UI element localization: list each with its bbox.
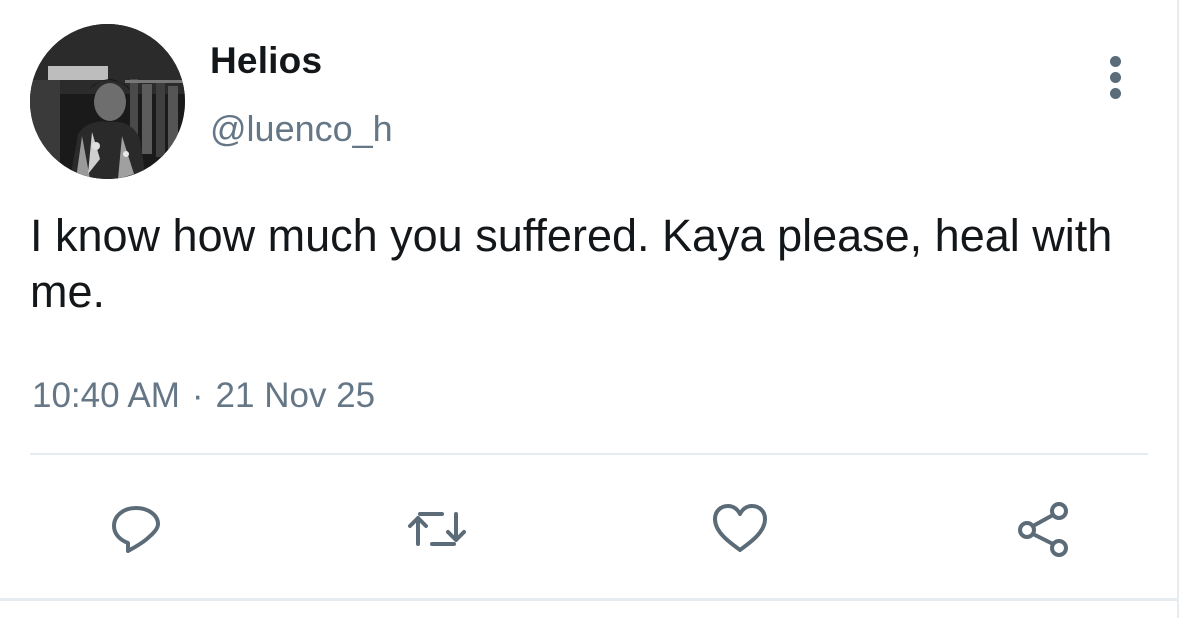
dot	[1110, 72, 1121, 83]
vertical-ellipsis-icon[interactable]	[1094, 50, 1138, 106]
tweet-card: Helios @luenco_h I know how much you suf…	[0, 0, 1179, 618]
reply-button[interactable]	[105, 498, 167, 560]
like-button[interactable]	[709, 498, 771, 560]
avatar-photo	[30, 24, 185, 179]
divider	[30, 453, 1148, 455]
tweet-date: 21 Nov 25	[215, 376, 376, 415]
user-handle[interactable]: @luenco_h	[210, 108, 393, 150]
dot	[1110, 56, 1121, 67]
share-icon	[1018, 502, 1068, 557]
card-bottom-border	[0, 598, 1179, 601]
speech-bubble-icon	[112, 506, 160, 553]
tweet-text: I know how much you suffered. Kaya pleas…	[30, 210, 1113, 317]
tweet-timestamp[interactable]: 10:40 AM · 21 Nov 25	[32, 376, 375, 416]
dot	[1110, 88, 1121, 99]
meta-separator: ·	[191, 376, 204, 415]
share-button[interactable]	[1013, 498, 1075, 560]
tweet-time: 10:40 AM	[32, 376, 180, 415]
avatar[interactable]	[30, 24, 185, 179]
heart-icon	[713, 504, 767, 552]
retweet-icon	[408, 512, 466, 546]
retweet-button[interactable]	[406, 498, 468, 560]
display-name[interactable]: Helios	[210, 40, 322, 82]
